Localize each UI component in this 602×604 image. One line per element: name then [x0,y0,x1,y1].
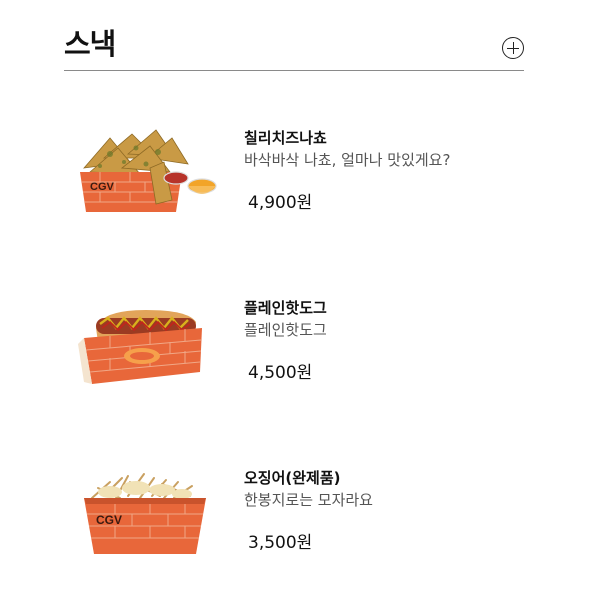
section-title: 스낵 [64,27,116,61]
squid-image: CGV [84,473,206,554]
product-item[interactable]: CGV 오징어(완제품) 한봉지로는 모자라요 3,500원 [64,468,524,588]
section-header: 스낵 [64,24,524,71]
product-description: 플레인핫도그 [244,321,327,339]
product-description: 바삭바삭 나쵸, 얼마나 맛있게요? [244,151,451,169]
product-price: 4,900원 [248,193,313,213]
product-name: 칠리치즈나쵸 [244,129,327,147]
box-logo: CGV [90,181,115,193]
product-item[interactable]: 플레인핫도그 플레인핫도그 4,500원 [64,298,524,418]
nachos-image: CGV [80,129,217,212]
product-description: 한봉지로는 모자라요 [244,491,373,509]
product-name: 오징어(완제품) [244,469,341,487]
product-name: 플레인핫도그 [244,299,327,317]
more-button[interactable] [502,37,524,59]
hotdog-image [78,310,202,384]
product-price: 4,500원 [248,363,313,383]
product-item[interactable]: CGV 칠리치즈나쵸 바삭바삭 나쵸, 얼마나 맛있게요? 4,900원 [64,128,524,248]
product-price: 3,500원 [248,533,313,553]
box-logo: CGV [96,513,122,527]
